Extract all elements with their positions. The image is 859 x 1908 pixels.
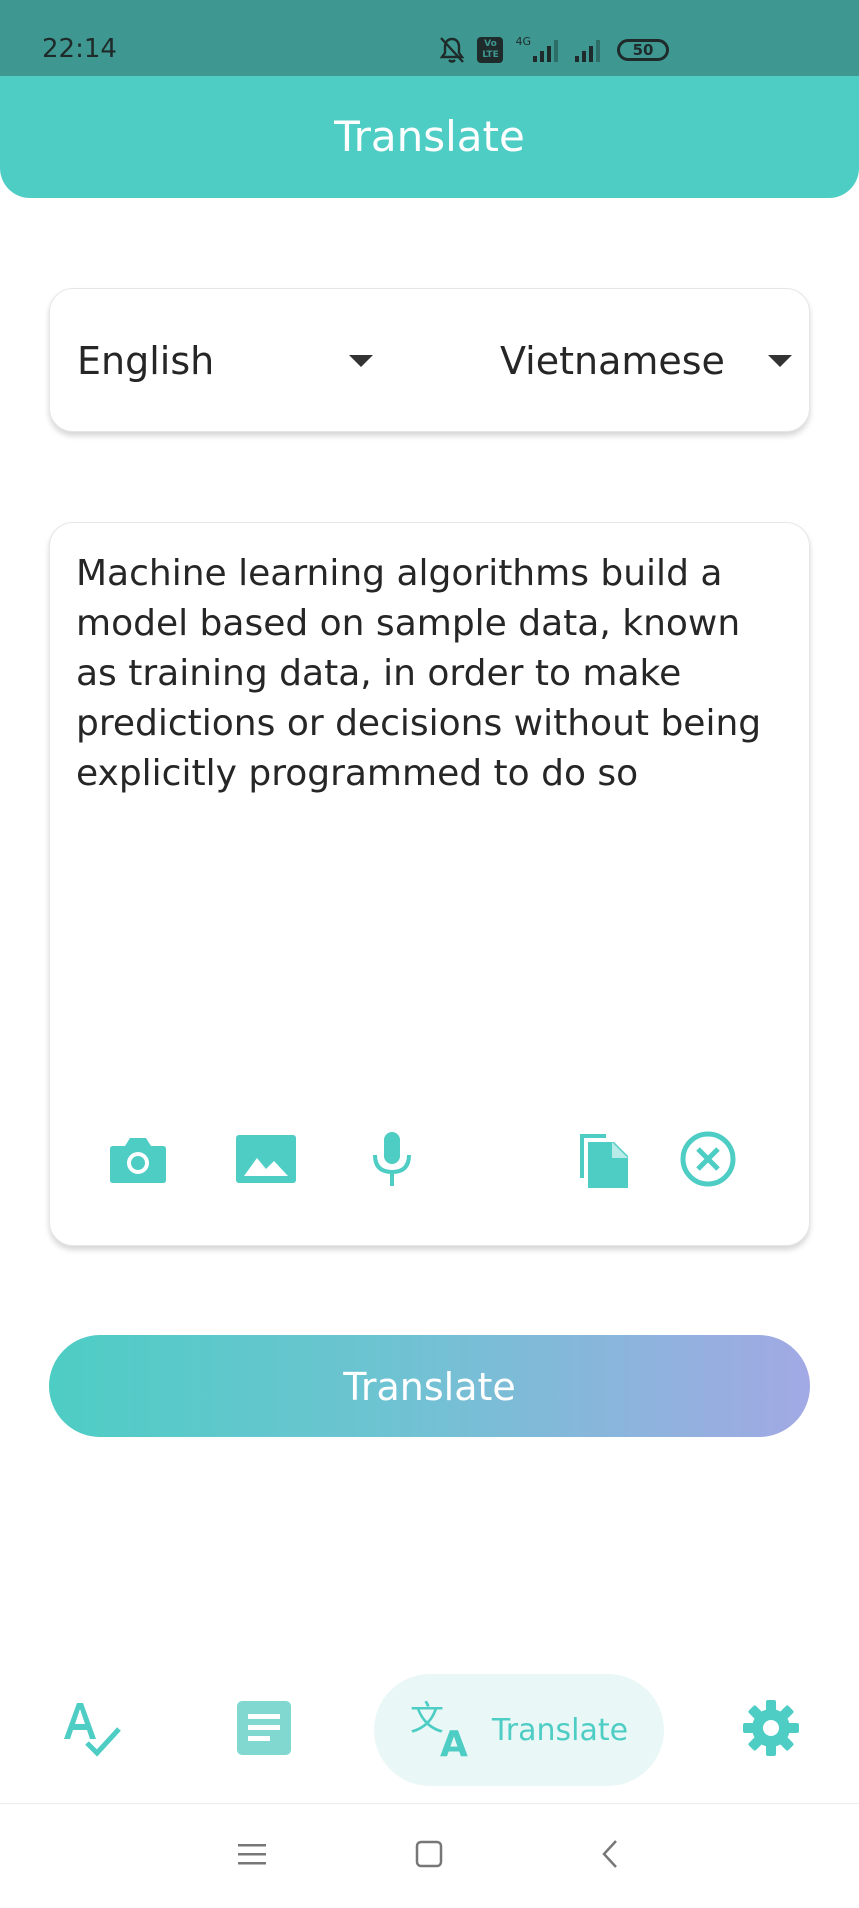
source-text-input[interactable]: Machine learning algorithms build a mode… — [76, 549, 776, 799]
bottom-nav: 文 A Translate — [0, 1660, 859, 1800]
clear-icon — [679, 1130, 737, 1188]
page-title: Translate — [334, 112, 525, 161]
status-time: 22:14 — [42, 34, 117, 64]
home-button[interactable] — [407, 1834, 451, 1878]
bell-off-icon — [439, 36, 465, 64]
nav-item-label: Translate — [491, 1712, 629, 1748]
system-nav-bar — [0, 1804, 859, 1908]
battery-icon: 50 — [617, 39, 669, 61]
target-language-dropdown[interactable]: Vietnamese — [500, 289, 792, 433]
source-language-dropdown[interactable]: English — [77, 289, 377, 433]
chevron-down-icon — [349, 355, 373, 367]
spellcheck-icon — [59, 1697, 125, 1763]
volte-icon: Vo LTE — [477, 37, 504, 63]
nav-item-notes[interactable] — [224, 1690, 304, 1770]
language-selector-card: English Vietnamese — [49, 288, 810, 432]
settings-icon — [741, 1698, 801, 1762]
app-header: Translate — [0, 76, 859, 198]
svg-text:文: 文 — [410, 1699, 444, 1739]
mic-icon — [371, 1131, 413, 1187]
source-language-label: English — [77, 339, 215, 383]
network-type: 4G — [515, 34, 531, 48]
clear-text-button[interactable] — [672, 1123, 744, 1195]
nav-item-spellcheck[interactable] — [52, 1690, 132, 1770]
gallery-button[interactable] — [230, 1123, 302, 1195]
target-language-label: Vietnamese — [500, 339, 725, 383]
nav-item-translate[interactable]: 文 A Translate — [374, 1674, 664, 1786]
home-icon — [415, 1840, 443, 1872]
status-bar: 22:14 Vo LTE 4G 50 — [0, 0, 859, 76]
nav-item-settings[interactable] — [731, 1690, 811, 1770]
back-icon — [600, 1839, 620, 1873]
camera-button[interactable] — [102, 1123, 174, 1195]
svg-text:A: A — [440, 1724, 468, 1758]
microphone-button[interactable] — [356, 1123, 428, 1195]
status-icons: Vo LTE 4G 50 — [439, 34, 669, 66]
translate-button[interactable]: Translate — [49, 1335, 810, 1437]
source-text-card: Machine learning algorithms build a mode… — [49, 522, 810, 1246]
translate-icon: 文 A — [410, 1698, 478, 1765]
signal-icon — [575, 38, 605, 62]
back-button[interactable] — [588, 1834, 632, 1878]
image-icon — [235, 1133, 297, 1185]
paste-button[interactable] — [568, 1123, 640, 1195]
chevron-down-icon — [768, 355, 792, 367]
signal-icon — [533, 38, 563, 62]
notes-icon — [236, 1700, 292, 1760]
paste-icon — [576, 1128, 632, 1190]
camera-icon — [109, 1134, 167, 1184]
recent-apps-button[interactable] — [230, 1834, 274, 1878]
menu-icon — [238, 1842, 266, 1870]
